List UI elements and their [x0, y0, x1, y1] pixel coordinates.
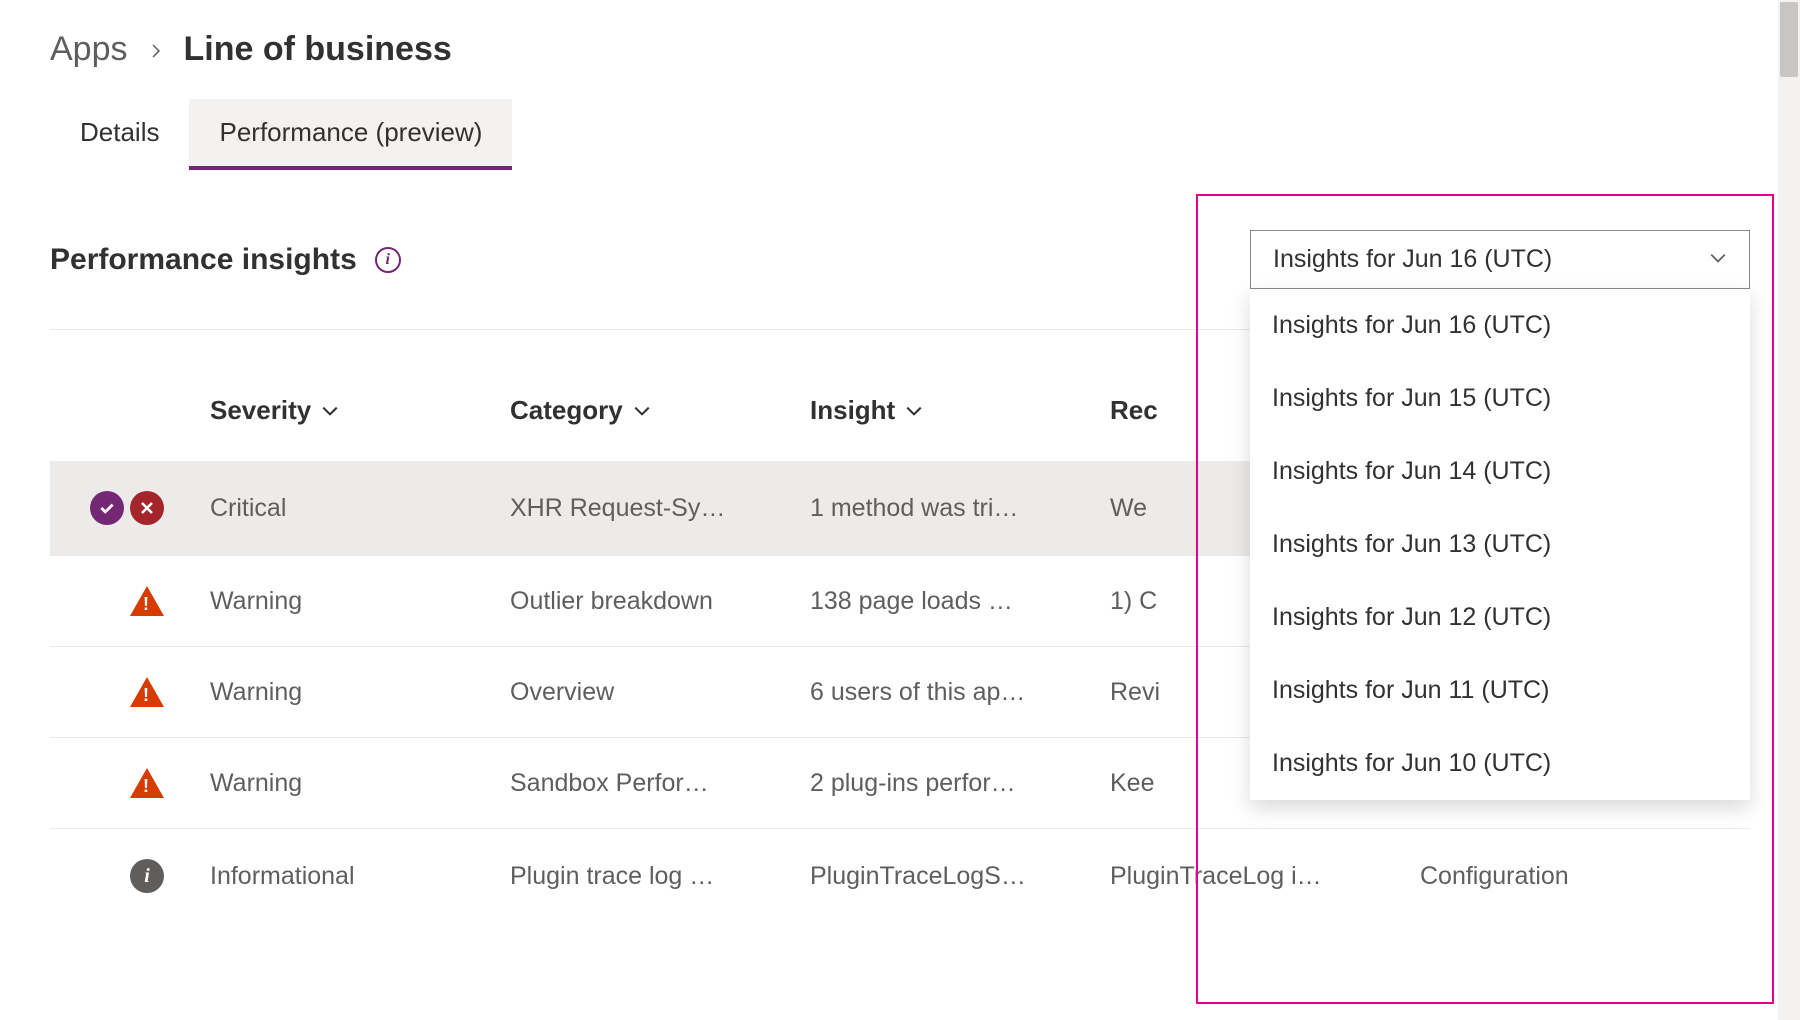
informational-icon: i: [130, 859, 164, 893]
critical-icon: [130, 491, 164, 525]
column-header-insight[interactable]: Insight: [810, 395, 1110, 426]
dropdown-option[interactable]: Insights for Jun 14 (UTC): [1250, 435, 1750, 508]
area-cell: Configuration: [1420, 862, 1750, 891]
severity-cell: Informational: [210, 862, 510, 891]
tabs: Details Performance (preview): [50, 99, 1750, 170]
dropdown-option[interactable]: Insights for Jun 12 (UTC): [1250, 581, 1750, 654]
section-title: Performance insights: [50, 243, 357, 277]
tab-performance[interactable]: Performance (preview): [189, 99, 512, 170]
breadcrumb: Apps Line of business: [50, 30, 1750, 69]
table-row[interactable]: i Informational Plugin trace log … Plugi…: [50, 829, 1750, 923]
category-cell: Overview: [510, 678, 810, 707]
chevron-down-icon: [321, 402, 339, 420]
dropdown-option[interactable]: Insights for Jun 13 (UTC): [1250, 508, 1750, 581]
chevron-down-icon: [905, 402, 923, 420]
insight-cell: 6 users of this ap…: [810, 678, 1110, 707]
category-cell: Outlier breakdown: [510, 587, 810, 616]
column-header-category[interactable]: Category: [510, 395, 810, 426]
breadcrumb-root[interactable]: Apps: [50, 30, 128, 69]
date-dropdown-selected: Insights for Jun 16 (UTC): [1273, 245, 1552, 274]
category-cell: Plugin trace log …: [510, 862, 810, 891]
chevron-down-icon: [633, 402, 651, 420]
insight-cell: 138 page loads …: [810, 587, 1110, 616]
chevron-down-icon: [1709, 245, 1727, 274]
date-dropdown: Insights for Jun 16 (UTC) Insights for J…: [1250, 230, 1750, 289]
warning-icon: [130, 586, 164, 616]
date-dropdown-menu: Insights for Jun 16 (UTC) Insights for J…: [1250, 289, 1750, 800]
insight-cell: 1 method was tri…: [810, 494, 1110, 523]
breadcrumb-current: Line of business: [184, 30, 452, 69]
dropdown-option[interactable]: Insights for Jun 15 (UTC): [1250, 362, 1750, 435]
chevron-right-icon: [148, 34, 164, 66]
column-header-severity[interactable]: Severity: [210, 395, 510, 426]
checkmark-icon: [90, 491, 124, 525]
category-cell: XHR Request-Sy…: [510, 494, 810, 523]
tab-details[interactable]: Details: [50, 99, 189, 170]
dropdown-option[interactable]: Insights for Jun 10 (UTC): [1250, 727, 1750, 800]
info-icon[interactable]: i: [375, 247, 401, 273]
dropdown-option[interactable]: Insights for Jun 16 (UTC): [1250, 289, 1750, 362]
severity-cell: Critical: [210, 494, 510, 523]
insight-cell: PluginTraceLogS…: [810, 862, 1110, 891]
warning-icon: [130, 768, 164, 798]
severity-cell: Warning: [210, 769, 510, 798]
scrollbar[interactable]: [1778, 0, 1800, 1020]
recommendation-cell: PluginTraceLog i…: [1110, 862, 1420, 891]
scrollbar-thumb[interactable]: [1780, 2, 1798, 77]
category-cell: Sandbox Perfor…: [510, 769, 810, 798]
dropdown-option[interactable]: Insights for Jun 11 (UTC): [1250, 654, 1750, 727]
warning-icon: [130, 677, 164, 707]
severity-cell: Warning: [210, 587, 510, 616]
date-dropdown-trigger[interactable]: Insights for Jun 16 (UTC): [1250, 230, 1750, 289]
severity-cell: Warning: [210, 678, 510, 707]
insight-cell: 2 plug-ins perfor…: [810, 769, 1110, 798]
